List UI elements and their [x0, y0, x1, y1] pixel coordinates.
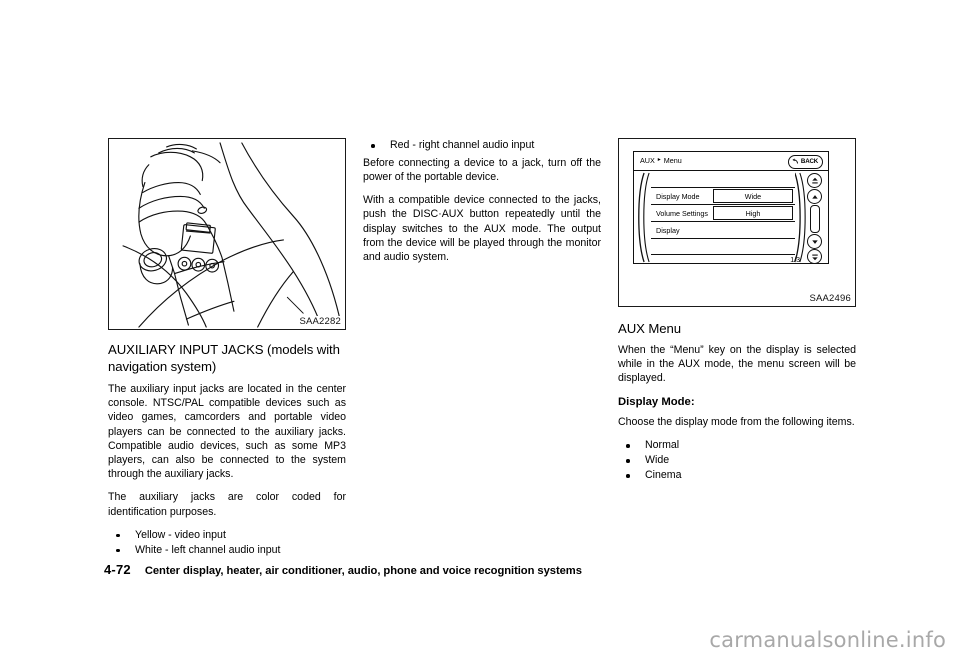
subheading-display-mode: Display Mode:: [618, 396, 695, 409]
up-arrow-icon: [811, 194, 818, 199]
menu-row-label: Volume Settings: [656, 208, 708, 218]
site-watermark: carmanualsonline.info: [709, 628, 946, 652]
menu-row-label: Display Mode: [656, 191, 700, 201]
aux-jacks-illustration: [122, 142, 342, 328]
menu-row-display[interactable]: Display: [651, 222, 795, 239]
page-indicator: 1/3: [790, 257, 800, 264]
menu-row-value-box[interactable]: Wide: [713, 189, 793, 204]
scroll-bottom-button[interactable]: [807, 249, 822, 264]
menu-row-volume-settings[interactable]: Volume Settings High: [651, 205, 795, 222]
column-left: SAA2282 AUXILIARY INPUT JACKS (models wi…: [108, 138, 346, 557]
scroll-up-button[interactable]: [807, 189, 822, 204]
paragraph-disc-aux-button: With a compatible device connected to th…: [363, 194, 601, 264]
aux-menu-screen: AUX ▸ Menu BACK Display Mode Wide Volume…: [633, 151, 829, 264]
footer-chapter-title: Center display, heater, air conditioner,…: [144, 565, 582, 577]
section-heading-aux-menu: AUX Menu: [618, 321, 681, 336]
list-item: Yellow - video input: [108, 528, 346, 543]
list-item: White - left channel audio input: [108, 543, 346, 558]
column-right: AUX ▸ Menu BACK Display Mode Wide Volume…: [618, 138, 856, 483]
paragraph-aux-jacks-location: The auxiliary input jacks are located in…: [108, 383, 346, 481]
paragraph-aux-menu-intro: When the “Menu” key on the display is se…: [618, 343, 856, 384]
scroll-controls: [803, 172, 825, 264]
menu-row-display-mode[interactable]: Display Mode Wide: [651, 188, 795, 205]
list-item: Red - right channel audio input: [363, 138, 601, 153]
breadcrumb-root: AUX: [640, 155, 655, 165]
double-up-arrow-icon: [811, 177, 818, 183]
figure-aux-menu: AUX ▸ Menu BACK Display Mode Wide Volume…: [618, 138, 856, 307]
list-jack-colors-continued: Red - right channel audio input: [363, 138, 601, 153]
menu-row-empty-2[interactable]: [651, 255, 795, 264]
breadcrumb-leaf: Menu: [663, 155, 682, 165]
page-footer: 4-72 Center display, heater, air conditi…: [104, 562, 582, 577]
paragraph-color-coded: The auxiliary jacks are color coded for …: [108, 491, 346, 518]
menu-row-empty-top: [651, 173, 795, 188]
scroll-top-button[interactable]: [807, 173, 822, 188]
paragraph-display-mode-choose: Choose the display mode from the followi…: [618, 416, 855, 429]
back-button-label: BACK: [800, 158, 818, 165]
menu-row-label: Display: [656, 225, 680, 235]
list-display-modes: Normal Wide Cinema: [618, 438, 856, 482]
menu-row-value-box[interactable]: High: [713, 206, 793, 221]
manual-page: SAA2282 AUXILIARY INPUT JACKS (models wi…: [0, 0, 960, 664]
section-heading-auxiliary-input-jacks: AUXILIARY INPUT JACKS (models with navig…: [108, 342, 340, 374]
list-item: Wide: [618, 453, 856, 468]
breadcrumb-separator-icon: ▸: [657, 157, 661, 163]
scrollbar-track[interactable]: [809, 205, 820, 233]
list-jack-colors: Yellow - video input White - left channe…: [108, 528, 346, 558]
back-arrow-icon: [792, 158, 798, 164]
menu-row-empty-1[interactable]: [651, 239, 795, 255]
figure-caption-right: SAA2496: [808, 293, 852, 304]
double-down-arrow-icon: [811, 254, 818, 260]
down-arrow-icon: [811, 239, 818, 244]
page-number: 4-72: [104, 562, 131, 577]
paragraph-before-connecting: Before connecting a device to a jack, tu…: [363, 156, 601, 183]
list-item: Cinema: [618, 468, 856, 483]
list-item: Normal: [618, 438, 856, 453]
figure-aux-jacks: SAA2282: [108, 138, 346, 330]
back-button[interactable]: BACK: [787, 154, 823, 169]
figure-caption-left: SAA2282: [298, 316, 342, 327]
screen-title-bar: AUX ▸ Menu BACK: [634, 152, 828, 171]
scroll-down-button[interactable]: [807, 234, 822, 249]
column-middle: Red - right channel audio input Before c…: [363, 138, 601, 264]
